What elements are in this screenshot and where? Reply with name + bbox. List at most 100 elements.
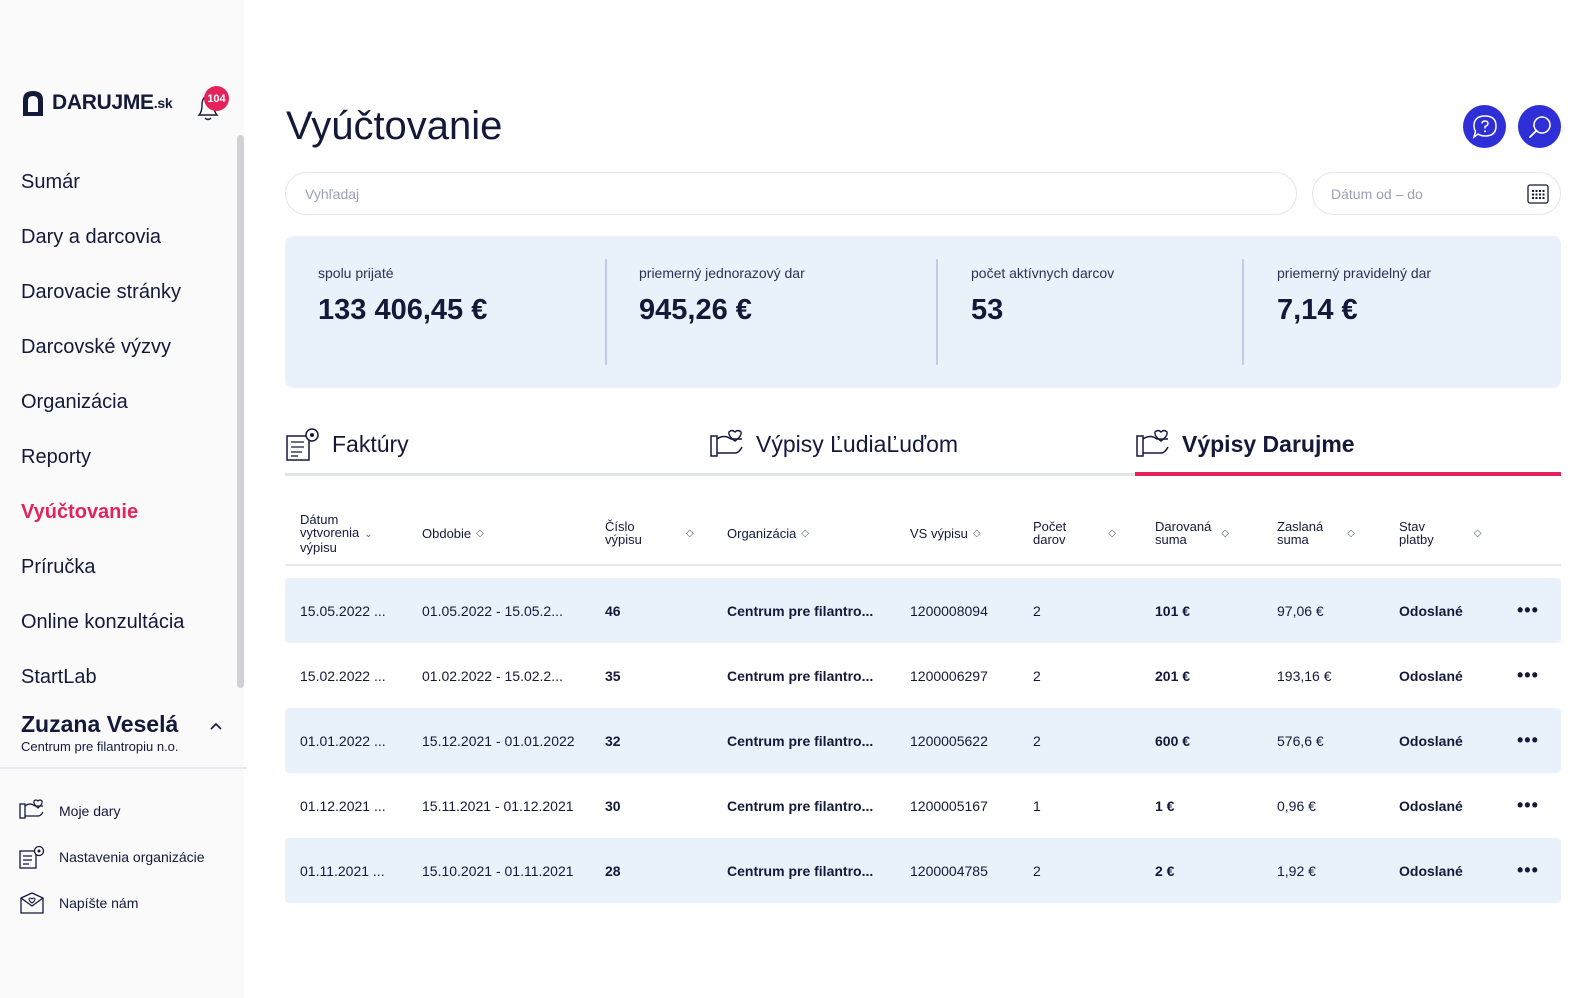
cell-vs: 1200006297	[910, 667, 988, 684]
sidebar-item-label: Moje dary	[59, 803, 121, 819]
column-header-vs[interactable]: VS výpisu ◇	[910, 500, 981, 566]
cell-number: 46	[605, 602, 621, 619]
user-name: Zuzana Veselá	[21, 711, 179, 737]
chevron-up-icon[interactable]	[207, 718, 225, 736]
stat-label: počet aktívnych darcov	[971, 265, 1115, 281]
sidebar-item-prirucka[interactable]: Príručka	[21, 540, 184, 595]
brand-name: DARUJME	[52, 91, 154, 114]
hand-heart-icon	[1136, 429, 1169, 457]
sidebar-item-online-konzultacia[interactable]: Online konzultácia	[21, 595, 184, 650]
stat-value: 945,26 €	[639, 294, 752, 326]
user-profile[interactable]: Zuzana Veselá Centrum pre filantropiu n.…	[21, 711, 231, 754]
cell-sent: 576,6 €	[1277, 732, 1324, 749]
sidebar-item-napiste-nam[interactable]: Napíšte nám	[18, 880, 205, 926]
help-button[interactable]	[1463, 105, 1506, 148]
sidebar-nav: Sumár Dary a darcovia Darovacie stránky …	[21, 155, 184, 705]
stat-label: priemerný jednorazový dar	[639, 265, 805, 281]
sidebar-item-darovacie-stranky[interactable]: Darovacie stránky	[21, 265, 184, 320]
stat-value: 133 406,45 €	[318, 294, 488, 326]
brand-logo[interactable]: DARUJME .sk	[20, 88, 173, 118]
tab-vypisy-ludialudom[interactable]: Výpisy ĽudiaĽuďom	[709, 420, 958, 476]
notification-badge: 104	[204, 86, 229, 111]
cell-date: 15.05.2022 ...	[300, 602, 386, 619]
column-header-pocet[interactable]: Počet darov ◇	[1033, 500, 1116, 566]
sidebar-item-organizacia[interactable]: Organizácia	[21, 375, 184, 430]
cell-vs: 1200008094	[910, 602, 988, 619]
column-header-zaslana[interactable]: Zaslaná suma ◇	[1277, 500, 1355, 566]
column-header-stav[interactable]: Stav platby ◇	[1399, 500, 1481, 566]
divider	[936, 259, 938, 365]
cell-status: Odoslané	[1399, 602, 1463, 619]
sidebar-item-startlab[interactable]: StartLab	[21, 650, 184, 705]
cell-sent: 1,92 €	[1277, 862, 1316, 879]
cell-date: 01.12.2021 ...	[300, 797, 386, 814]
global-search-button[interactable]	[1518, 105, 1561, 148]
sidebar-item-nastavenia-organizacie[interactable]: Nastavenia organizácie	[18, 834, 205, 880]
tab-vypisy-darujme[interactable]: Výpisy Darujme	[1135, 420, 1355, 476]
column-header-line: suma	[1155, 532, 1187, 547]
table-row[interactable]: 15.05.2022 ... 01.05.2022 - 15.05.2... 4…	[285, 578, 1561, 643]
sort-icon: ◇	[972, 527, 981, 539]
calendar-icon[interactable]	[1526, 182, 1550, 206]
date-range-box	[1312, 172, 1561, 215]
cell-donated: 101 €	[1155, 602, 1191, 619]
cell-period: 15.12.2021 - 01.01.2022	[422, 732, 575, 749]
sidebar-item-vyuctovanie[interactable]: Vyúčtovanie	[21, 485, 184, 540]
sort-icon: ◇	[1473, 527, 1482, 539]
sort-icon: ◇	[685, 527, 694, 539]
table-row[interactable]: 15.02.2022 ... 01.02.2022 - 15.02.2... 3…	[285, 643, 1561, 708]
date-range-input[interactable]	[1313, 173, 1560, 214]
column-header-line-wrap: vytvorenia ⌄	[300, 526, 373, 541]
search-icon	[1528, 115, 1551, 138]
column-header-label: VS výpisu	[910, 525, 968, 541]
table-body: 15.05.2022 ... 01.05.2022 - 15.05.2... 4…	[285, 578, 1561, 903]
sort-icon: ◇	[476, 527, 484, 539]
search-box	[285, 172, 1297, 215]
stats-panel: spolu prijaté 133 406,45 € priemerný jed…	[285, 236, 1561, 388]
more-options-icon[interactable]: •••	[1517, 578, 1539, 643]
more-options-icon[interactable]: •••	[1517, 643, 1539, 708]
cell-donated: 600 €	[1155, 732, 1191, 749]
cell-vs: 1200004785	[910, 862, 988, 879]
cell-vs: 1200005622	[910, 732, 988, 749]
more-options-icon[interactable]: •••	[1517, 773, 1539, 838]
sidebar-item-darcovske-vyzvy[interactable]: Darcovské výzvy	[21, 320, 184, 375]
tab-faktury[interactable]: Faktúry	[285, 420, 409, 476]
cell-number: 28	[605, 862, 621, 879]
table-row[interactable]: 01.12.2021 ... 15.11.2021 - 01.12.2021 3…	[285, 773, 1561, 838]
sidebar-item-sumar[interactable]: Sumár	[21, 155, 184, 210]
more-options-icon[interactable]: •••	[1517, 838, 1539, 903]
column-header-darovana[interactable]: Darovaná suma ◇	[1155, 500, 1229, 566]
table-row[interactable]: 01.11.2021 ... 15.10.2021 - 01.11.2021 2…	[285, 838, 1561, 903]
sidebar-item-reporty[interactable]: Reporty	[21, 430, 184, 485]
column-header-line: výpisu	[605, 532, 642, 547]
column-header-line: suma	[1277, 532, 1309, 547]
cell-sent: 193,16 €	[1277, 667, 1332, 684]
table-row[interactable]: 01.01.2022 ... 15.12.2021 - 01.01.2022 3…	[285, 708, 1561, 773]
cell-donated: 201 €	[1155, 667, 1191, 684]
cell-count: 2	[1033, 732, 1041, 749]
page-title: Vyúčtovanie	[286, 104, 503, 148]
cell-period: 15.10.2021 - 01.11.2021	[422, 862, 574, 879]
sidebar-scrollbar[interactable]	[237, 135, 244, 688]
active-tab-indicator	[1135, 472, 1561, 476]
stat-value: 7,14 €	[1277, 294, 1358, 326]
column-header-datum[interactable]: Dátum vytvorenia ⌄ výpisu	[300, 500, 373, 566]
cell-period: 15.11.2021 - 01.12.2021	[422, 797, 574, 814]
table-header: Dátum vytvorenia ⌄ výpisu Obdobie ◇ Číslo v…	[285, 500, 1561, 566]
stat-label: priemerný pravidelný dar	[1277, 265, 1432, 281]
invoice-icon	[286, 428, 319, 461]
hand-heart-icon	[710, 429, 743, 457]
column-header-organizacia[interactable]: Organizácia ◇	[727, 500, 809, 566]
more-options-icon[interactable]: •••	[1517, 708, 1539, 773]
divider	[605, 259, 607, 365]
sidebar-item-moje-dary[interactable]: Moje dary	[18, 788, 205, 834]
column-header-cislo[interactable]: Číslo výpisu ◇	[605, 500, 694, 566]
column-header-obdobie[interactable]: Obdobie ◇	[422, 500, 484, 566]
statement-tabs: Faktúry Výpisy ĽudiaĽuďom Výpisy Darujme	[285, 420, 1561, 478]
tab-label: Faktúry	[332, 430, 409, 457]
cell-count: 2	[1033, 667, 1041, 684]
search-input[interactable]	[286, 173, 1296, 214]
cell-number: 30	[605, 797, 621, 814]
sidebar-item-dary-a-darcovia[interactable]: Dary a darcovia	[21, 210, 184, 265]
